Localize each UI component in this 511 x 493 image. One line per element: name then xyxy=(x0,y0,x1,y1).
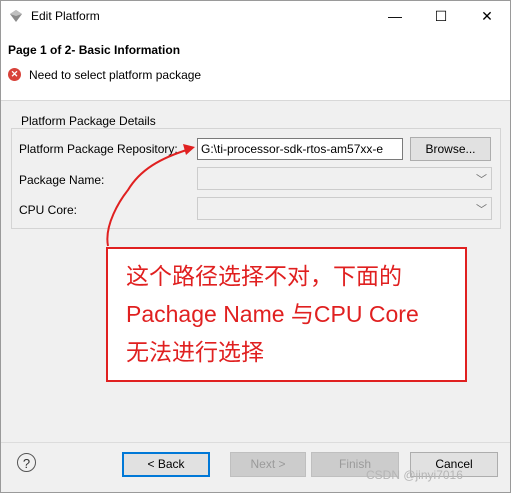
minimize-button[interactable]: — xyxy=(373,1,417,32)
window-title: Edit Platform xyxy=(31,9,100,23)
cpu-core-select[interactable]: ﹀ xyxy=(197,197,492,220)
repository-input[interactable]: G:\ti-processor-sdk-rtos-am57xx-e xyxy=(197,138,403,160)
page-title: Page 1 of 2- Basic Information xyxy=(8,43,181,57)
error-message: Need to select platform package xyxy=(29,68,202,82)
error-icon: ✕ xyxy=(8,68,21,81)
cpu-core-label: CPU Core: xyxy=(19,203,78,217)
eclipse-app-icon xyxy=(10,10,22,22)
title-bar: Edit Platform — ☐ ✕ xyxy=(1,1,510,32)
annotation-box: 这个路径选择不对，下面的 Pachage Name 与CPU Core 无法进行… xyxy=(106,247,467,382)
close-button[interactable]: ✕ xyxy=(465,1,509,32)
back-button[interactable]: < Back xyxy=(122,452,210,477)
next-button[interactable]: Next > xyxy=(230,452,306,477)
watermark: CSDN @jinyi7016 xyxy=(366,468,463,482)
annotation-line-1: 这个路径选择不对，下面的 xyxy=(126,263,402,289)
annotation-line-3: 无法进行选择 xyxy=(126,339,264,365)
maximize-button[interactable]: ☐ xyxy=(419,1,463,32)
annotation-line-2: Pachage Name 与CPU Core xyxy=(126,301,419,327)
wizard-header: Page 1 of 2- Basic Information ✕ Need to… xyxy=(1,32,510,101)
package-name-select[interactable]: ﹀ xyxy=(197,167,492,190)
browse-button[interactable]: Browse... xyxy=(410,137,491,161)
package-name-label: Package Name: xyxy=(19,173,105,187)
chevron-down-icon: ﹀ xyxy=(476,204,487,216)
edit-platform-dialog: Edit Platform — ☐ ✕ Page 1 of 2- Basic I… xyxy=(0,0,511,493)
chevron-down-icon: ﹀ xyxy=(476,174,487,186)
group-legend: Platform Package Details xyxy=(19,114,158,128)
repository-label: Platform Package Repository: xyxy=(19,142,178,156)
help-icon[interactable]: ? xyxy=(17,453,36,472)
footer-separator xyxy=(1,442,510,443)
